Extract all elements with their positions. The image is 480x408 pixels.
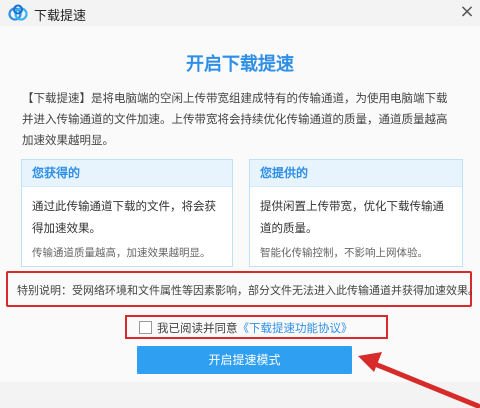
close-button[interactable]: ×: [456, 0, 478, 24]
special-note: 特别说明：受网络环境和文件属性等因素影响，部分文件无法进入此传输通道并获得加速效…: [17, 284, 479, 297]
contribution-card-body: 提供闲置上传带宽，优化下载传输通 道的质量。: [250, 187, 462, 239]
description: 【下载提速】是将电脑端的空闲上传带宽组建成特有的传输通道，为使用电脑端下载 并进…: [22, 88, 468, 151]
contribution-card-note: 智能化传输控制，不影响上网体验。: [260, 247, 428, 259]
description-line: 【下载提速】是将电脑端的空闲上传带宽组建成特有的传输通道，为使用电脑端下载: [22, 91, 448, 105]
benefit-card-note: 传输通道质量越高，加速效果越明显。: [32, 247, 211, 259]
red-arrow-icon: [358, 352, 480, 408]
start-acceleration-button[interactable]: 开启提速模式: [137, 346, 352, 374]
benefit-card-line: 得加速效果。: [32, 221, 101, 235]
contribution-card-title: 您提供的: [250, 160, 462, 187]
description-line: 并进入传输通道的文件加速。上传带宽将会持续优化传输通道的质量，通道质量越高: [22, 112, 448, 126]
agreement-label: 我已阅读并同意: [157, 321, 238, 335]
benefit-card-body: 通过此传输通道下载的文件，将会获 得加速效果。: [22, 187, 232, 239]
benefit-card-title: 您获得的: [22, 160, 232, 187]
agreement-checkbox[interactable]: [139, 321, 152, 334]
title-bar: 下载提速 ×: [0, 0, 480, 26]
description-line: 加速效果越明显。: [22, 133, 114, 147]
dialog-content: 开启下载提速 【下载提速】是将电脑端的空闲上传带宽组建成特有的传输通道，为使用电…: [0, 26, 480, 408]
agreement-row: 我已阅读并同意《下载提速功能协议》: [125, 315, 388, 339]
close-icon: ×: [459, 1, 475, 22]
benefit-card-line: 通过此传输通道下载的文件，将会获: [32, 199, 216, 213]
special-note-box: 特别说明：受网络环境和文件属性等因素影响，部分文件无法进入此传输通道并获得加速效…: [6, 271, 479, 307]
dialog-heading: 开启下载提速: [186, 54, 294, 75]
app-logo-icon: [8, 4, 28, 21]
window-title: 下载提速: [34, 9, 87, 24]
contribution-card-line: 道的质量。: [260, 221, 318, 235]
benefit-card: 您获得的 通过此传输通道下载的文件，将会获 得加速效果。 传输通道质量越高，加速…: [21, 159, 233, 267]
contribution-card: 您提供的 提供闲置上传带宽，优化下载传输通 道的质量。 智能化传输控制，不影响上…: [249, 159, 463, 267]
contribution-card-line: 提供闲置上传带宽，优化下载传输通: [260, 199, 444, 213]
agreement-link[interactable]: 《下载提速功能协议》: [238, 321, 353, 335]
agreement-text: 我已阅读并同意《下载提速功能协议》: [157, 320, 353, 336]
